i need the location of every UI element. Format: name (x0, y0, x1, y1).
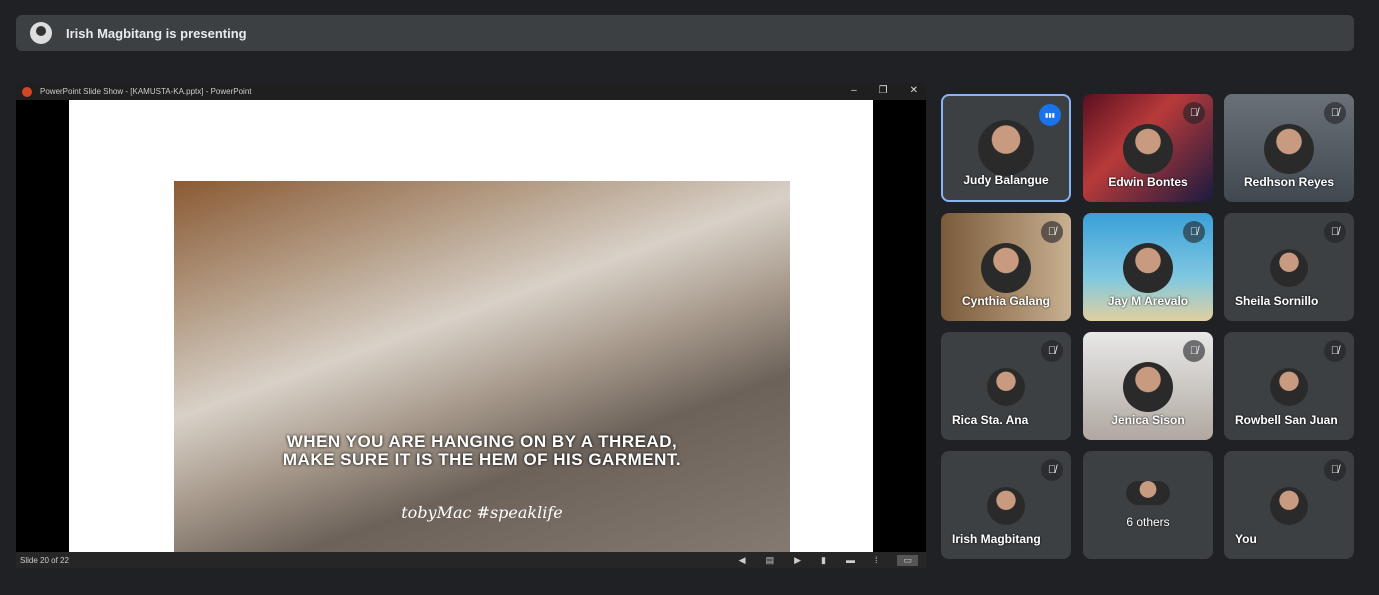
mic-off-icon: 🎙̸ (1324, 102, 1346, 124)
slideshow-statusbar: Slide 20 of 22 ◀ ▤ ▶ ▮ ▬ ⁞ ▭ (16, 552, 926, 568)
participant-name: 6 others (1126, 515, 1170, 529)
participant-video (1123, 124, 1173, 174)
mic-off-icon: 🎙̸ (1041, 221, 1063, 243)
window-titlebar: PowerPoint Slide Show - [KAMUSTA-KA.pptx… (16, 83, 926, 100)
participant-name: Sheila Sornillo (1235, 294, 1319, 308)
presenting-banner: Irish Magbitang is presenting (16, 15, 1354, 51)
slide-photo: WHEN YOU ARE HANGING ON BY A THREAD, MAK… (174, 181, 790, 552)
participant-avatar (1126, 481, 1170, 505)
participant-tile[interactable]: 🎙̸ Irish Magbitang (941, 451, 1071, 559)
slide-counter: Slide 20 of 22 (20, 555, 69, 565)
participant-tile[interactable]: 🎙̸ You (1224, 451, 1354, 559)
mic-off-icon: 🎙̸ (1183, 221, 1205, 243)
participant-name: Edwin Bontes (1108, 175, 1188, 189)
participant-video (1123, 243, 1173, 293)
mic-off-icon: 🎙̸ (1324, 340, 1346, 362)
mic-off-icon: 🎙̸ (1041, 340, 1063, 362)
close-button[interactable]: ✕ (910, 85, 918, 96)
participant-name: Redhson Reyes (1243, 175, 1335, 189)
slide-quote: WHEN YOU ARE HANGING ON BY A THREAD, MAK… (282, 432, 682, 469)
participant-tile[interactable]: 🎙̸ Jay M Arevalo (1083, 213, 1213, 321)
participant-name: Rowbell San Juan (1235, 413, 1338, 427)
reading-view-icon[interactable]: ⁞ (875, 555, 878, 565)
powerpoint-icon (22, 86, 32, 97)
slide-menu-icon[interactable]: ▤ (766, 555, 775, 566)
participant-name: Rica Sta. Ana (952, 413, 1029, 427)
participant-avatar (978, 120, 1034, 176)
slide-signature: tobyMac #speaklife (401, 503, 563, 522)
participant-tile[interactable]: 🎙̸ Rica Sta. Ana (941, 332, 1071, 440)
minimize-button[interactable]: – (851, 85, 857, 96)
participant-video (981, 243, 1031, 293)
window-title: PowerPoint Slide Show - [KAMUSTA-KA.pptx… (40, 87, 252, 96)
participant-name: You (1235, 532, 1257, 546)
participant-avatar (1270, 368, 1308, 406)
participant-tile[interactable]: 🎙̸ Edwin Bontes (1083, 94, 1213, 202)
restore-button[interactable]: ❐ (879, 85, 888, 96)
presentation-window: PowerPoint Slide Show - [KAMUSTA-KA.pptx… (16, 83, 926, 568)
presenting-text: Irish Magbitang is presenting (66, 25, 247, 41)
participant-avatar (987, 487, 1025, 525)
mic-off-icon: 🎙̸ (1183, 102, 1205, 124)
participant-tile[interactable]: 🎙̸ Redhson Reyes (1224, 94, 1354, 202)
presenter-avatar (30, 22, 52, 44)
participant-name: Judy Balangue (963, 173, 1049, 187)
participant-video (1264, 124, 1314, 174)
participant-avatar (1270, 249, 1308, 287)
participant-tile[interactable]: 🎙̸ Cynthia Galang (941, 213, 1071, 321)
next-slide-icon[interactable]: ▶ (794, 555, 801, 566)
normal-view-icon[interactable]: ▮ (821, 555, 826, 566)
participant-video (1123, 362, 1173, 412)
participant-tile[interactable]: ▮▮▮ Judy Balangue (941, 94, 1071, 202)
participant-avatar (987, 368, 1025, 406)
participant-tile[interactable]: 6 others (1083, 451, 1213, 559)
slideshow-view-icon[interactable]: ▭ (897, 554, 918, 566)
participant-name: Cynthia Galang (961, 294, 1050, 308)
mic-off-icon: 🎙̸ (1324, 221, 1346, 243)
participant-tile[interactable]: 🎙̸ Rowbell San Juan (1224, 332, 1354, 440)
slide-sorter-icon[interactable]: ▬ (846, 555, 855, 565)
previous-slide-icon[interactable]: ◀ (739, 555, 746, 566)
participant-tile[interactable]: 🎙̸ Sheila Sornillo (1224, 213, 1354, 321)
participant-tile[interactable]: 🎙̸ Jenica Sison (1083, 332, 1213, 440)
participant-name: Jay M Arevalo (1107, 294, 1189, 308)
participant-name: Jenica Sison (1111, 413, 1185, 427)
mic-off-icon: 🎙̸ (1324, 459, 1346, 481)
slide: WHEN YOU ARE HANGING ON BY A THREAD, MAK… (69, 100, 873, 552)
participant-name: Irish Magbitang (952, 532, 1041, 546)
participant-avatar (1270, 487, 1308, 525)
speaking-indicator-icon: ▮▮▮ (1039, 104, 1061, 126)
mic-off-icon: 🎙̸ (1041, 459, 1063, 481)
mic-off-icon: 🎙̸ (1183, 340, 1205, 362)
